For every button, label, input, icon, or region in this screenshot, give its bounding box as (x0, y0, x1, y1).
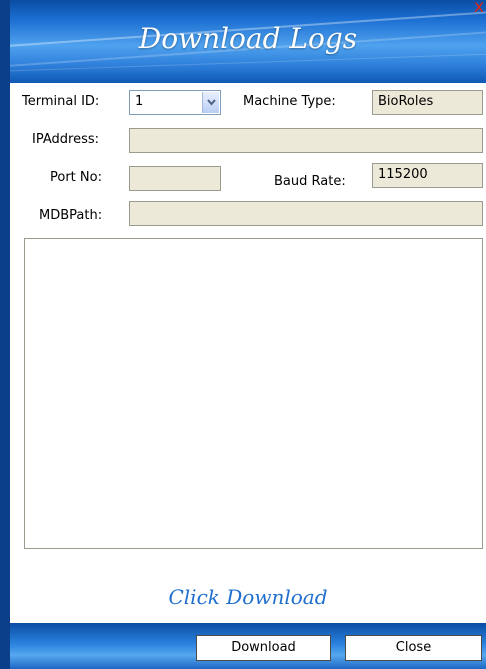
title-bar: Download Logs x (10, 0, 486, 83)
baud-rate-label: Baud Rate: (274, 174, 346, 189)
baud-rate-field[interactable]: 115200 (372, 163, 483, 188)
download-button[interactable]: Download (196, 635, 331, 661)
terminal-id-label: Terminal ID: (22, 94, 100, 109)
machine-type-field[interactable]: BioRoles (372, 90, 483, 115)
terminal-id-value: 1 (135, 94, 144, 109)
close-button[interactable]: Close (345, 635, 482, 661)
mdb-path-field[interactable] (129, 201, 483, 226)
ip-address-label: IPAddress: (32, 132, 99, 147)
ip-address-field[interactable] (129, 128, 483, 153)
click-download-hint: Click Download (168, 585, 328, 609)
terminal-id-select[interactable]: 1 (129, 90, 221, 115)
log-output-box[interactable] (24, 238, 483, 549)
mdb-path-label: MDBPath: (39, 208, 103, 223)
port-no-field[interactable] (129, 166, 221, 191)
close-icon[interactable]: x (474, 0, 484, 17)
chevron-down-icon[interactable] (202, 92, 219, 113)
title-bar-streak (10, 52, 486, 73)
download-logs-window: Download Logs x Terminal ID: 1 Machine T… (10, 0, 486, 669)
port-no-label: Port No: (50, 170, 102, 185)
machine-type-label: Machine Type: (243, 94, 336, 109)
window-title: Download Logs (138, 22, 358, 55)
